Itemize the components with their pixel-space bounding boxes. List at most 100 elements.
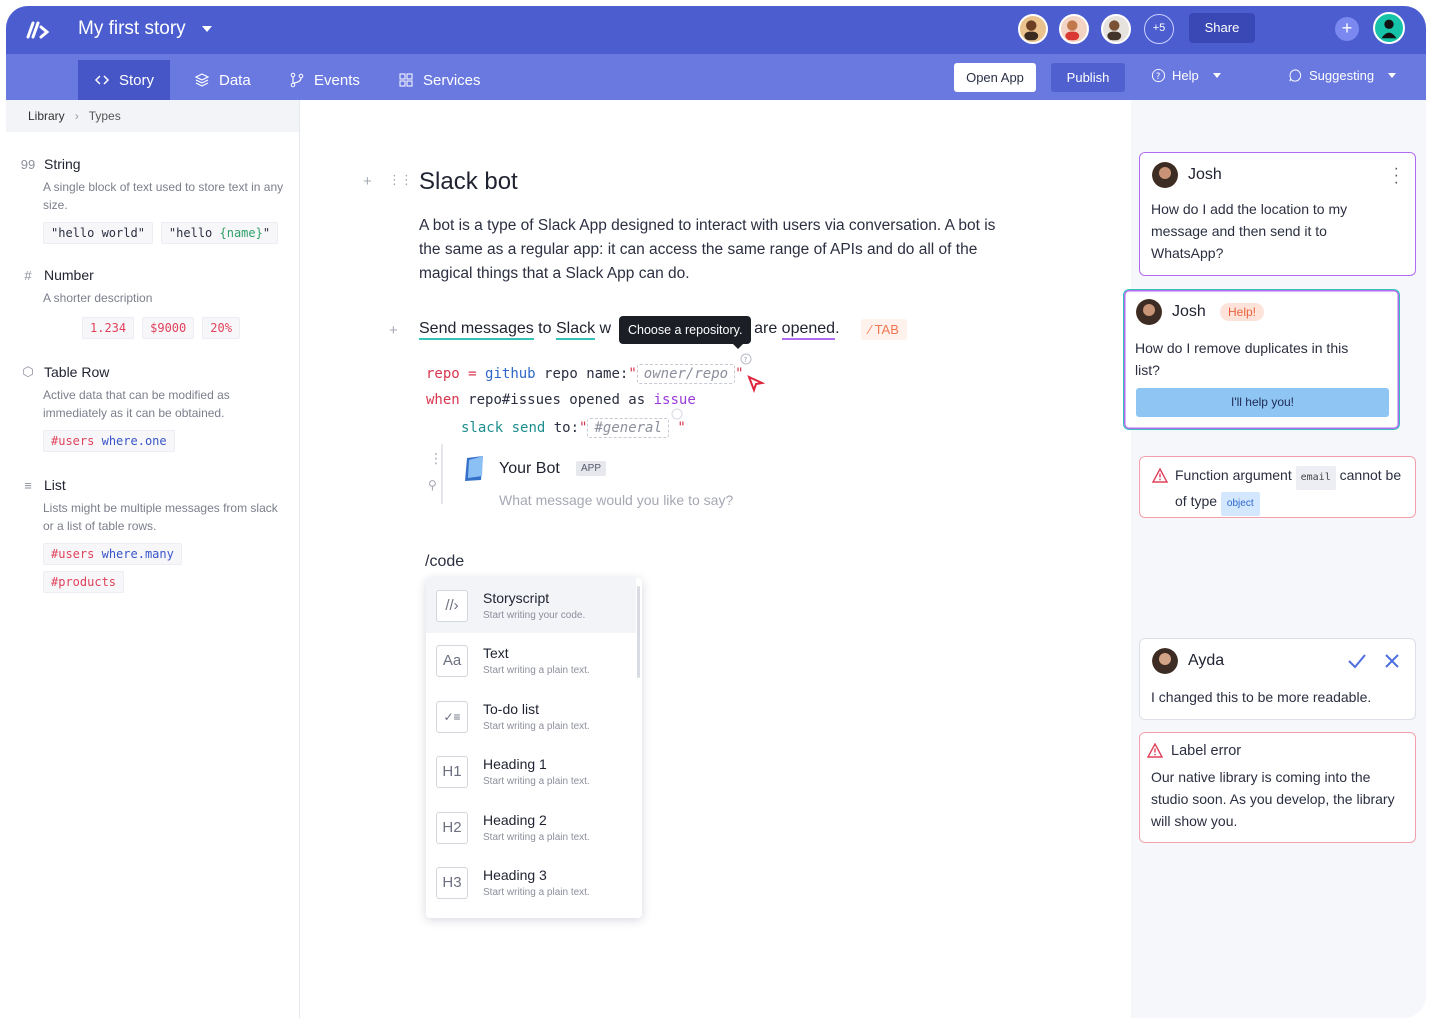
error-card[interactable]: Function argument email cannot be of typ… (1139, 456, 1416, 518)
error-message: Function argument email cannot be of typ… (1175, 464, 1410, 516)
user-avatar[interactable] (1373, 12, 1405, 44)
phrase-text: to (533, 320, 556, 337)
menu-item-todo-list[interactable]: ✓≡ To-do list Start writing a plain text. (426, 689, 636, 744)
bot-block-divider (441, 444, 457, 504)
example-chip[interactable]: "hello world" (43, 222, 153, 244)
breadcrumb-types[interactable]: Types (89, 109, 121, 123)
info-circle-icon[interactable] (671, 408, 683, 420)
type-description: A shorter description (43, 291, 153, 305)
type-number[interactable]: # Number A shorter description 1.234 $900… (20, 267, 288, 339)
cursor-pointer-icon (747, 375, 765, 393)
comments-panel: Josh · · · How do I add the location to my… (1123, 100, 1426, 1018)
block-paragraph[interactable]: A bot is a type of Slack App designed to… (419, 214, 1019, 286)
help-tag: Help! (1220, 303, 1265, 321)
code-text: repo#issues opened as (468, 392, 646, 408)
error-type-tag: object (1220, 492, 1260, 516)
tab-label: Services (423, 71, 481, 89)
example-chip[interactable]: #products (43, 571, 125, 593)
type-list[interactable]: ≡ List Lists might be multiple messages f… (20, 477, 288, 593)
quote-icon: 99 (20, 156, 36, 172)
phrase-opened[interactable]: opened (781, 320, 836, 340)
example-chip[interactable]: 1.234 (82, 317, 135, 339)
more-vertical-icon[interactable]: · · · (1394, 161, 1399, 191)
tab-hint-badge[interactable]: ⁄ TAB (861, 319, 907, 340)
chevron-down-icon[interactable] (202, 26, 212, 32)
code-service: slack (461, 420, 504, 436)
example-chip[interactable]: 20% (202, 317, 240, 339)
code-brackets-icon (94, 75, 110, 85)
menu-scrollbar[interactable] (637, 586, 640, 678)
collaborator-avatar[interactable] (1059, 14, 1089, 44)
menu-item-heading-1[interactable]: H1 Heading 1 Start writing a plain text. (426, 744, 636, 799)
code-line-2[interactable]: when repo#issues opened as issue (426, 392, 696, 408)
storyscript-logo-icon[interactable] (22, 15, 52, 45)
more-collaborators-badge[interactable]: +5 (1144, 14, 1174, 44)
ill-help-you-button[interactable]: I'll help you! (1136, 388, 1389, 417)
example-chip[interactable]: "hello {name}" (160, 222, 279, 244)
type-description: A single block of text used to store tex… (43, 180, 284, 212)
menu-item-storyscript[interactable]: //› Storyscript Start writing your code. (426, 578, 636, 633)
example-chip[interactable]: $9000 (142, 317, 195, 339)
phrase-text: w (595, 320, 612, 337)
phrase-slack[interactable]: Slack (555, 320, 596, 340)
phrase-text: are (754, 320, 782, 337)
comment-card[interactable]: Josh Help! How do I remove duplicates in… (1123, 289, 1400, 430)
phrase-send-messages[interactable]: Send messages (419, 320, 534, 340)
add-block-icon[interactable]: + (363, 173, 372, 190)
error-card[interactable]: Label error Our native library is coming… (1139, 732, 1416, 843)
code-line-3[interactable]: slack send to:" #general " (461, 418, 686, 438)
channel-placeholder-input[interactable]: #general (587, 418, 669, 438)
bot-message-input[interactable]: What message would you like to say? (499, 492, 733, 508)
repo-placeholder-input[interactable]: owner/repo (636, 364, 736, 384)
tab-events[interactable]: Events (273, 60, 376, 100)
type-name: String (44, 156, 81, 172)
suggestion-card[interactable]: Ayda I changed this to be more readable. (1139, 638, 1416, 720)
drag-handle-icon[interactable]: ⋮⋮ (388, 172, 413, 188)
tab-data[interactable]: Data (178, 60, 267, 100)
comment-card[interactable]: Josh · · · How do I add the location to my… (1139, 152, 1416, 276)
suggesting-menu[interactable]: Suggesting (1288, 68, 1397, 83)
breadcrumb-library[interactable]: Library (28, 109, 65, 123)
pin-icon[interactable]: ⚲ (428, 478, 437, 492)
comment-author: Josh (1172, 303, 1206, 320)
tab-services[interactable]: Services (382, 60, 497, 100)
add-icon[interactable]: + (1335, 17, 1359, 41)
chevron-down-icon (1388, 73, 1397, 78)
collaborator-avatar[interactable] (1018, 14, 1048, 44)
menu-item-title: Heading 2 (483, 812, 547, 828)
info-circle-icon[interactable]: ? (740, 353, 752, 365)
cube-icon: ⬡ (22, 364, 34, 379)
help-menu[interactable]: ? Help (1151, 68, 1221, 83)
block-heading[interactable]: Slack bot (419, 168, 518, 196)
menu-item-heading-3[interactable]: H3 Heading 3 Start writing a plain text. (426, 855, 636, 910)
example-chip[interactable]: #users where.many (43, 543, 182, 565)
chip-text: " (262, 226, 271, 240)
nav-bar: Story Data Events Services Open App Publ… (6, 54, 1426, 100)
chip-text: #users (51, 434, 95, 448)
code-text: repo name: (544, 366, 629, 382)
type-description: Active data that can be modified as imme… (43, 388, 230, 420)
open-app-button[interactable]: Open App (954, 63, 1036, 92)
menu-item-text[interactable]: Aa Text Start writing a plain text. (426, 633, 636, 688)
publish-button[interactable]: Publish (1051, 63, 1125, 92)
tab-story[interactable]: Story (78, 60, 170, 100)
storyscript-icon: //› (436, 589, 468, 622)
chip-keyword: where.one (101, 434, 167, 448)
slash-command-input[interactable]: /code (425, 553, 464, 571)
story-title[interactable]: My first story (78, 18, 186, 40)
list-icon: ≡ (24, 477, 32, 493)
check-icon[interactable] (1347, 653, 1367, 669)
collaborator-avatar[interactable] (1101, 14, 1131, 44)
comment-text: How do I remove duplicates in this list? (1135, 340, 1349, 378)
menu-item-subtitle: Start writing a plain text. (483, 832, 590, 843)
code-line-1[interactable]: repo = github repo name:" owner/repo " (426, 364, 744, 384)
example-chip[interactable]: #users where.one (43, 430, 175, 452)
type-string[interactable]: 99 String A single block of text used to … (20, 156, 288, 244)
add-block-icon[interactable]: + (389, 322, 398, 339)
phrase-text: . (835, 320, 840, 337)
menu-item-heading-2[interactable]: H2 Heading 2 Start writing a plain text. (426, 800, 636, 855)
share-button[interactable]: Share (1189, 13, 1255, 43)
type-table-row[interactable]: ⬡ Table Row Active data that can be modif… (20, 364, 288, 452)
heading1-icon: H1 (436, 755, 468, 788)
close-icon[interactable] (1384, 653, 1400, 669)
